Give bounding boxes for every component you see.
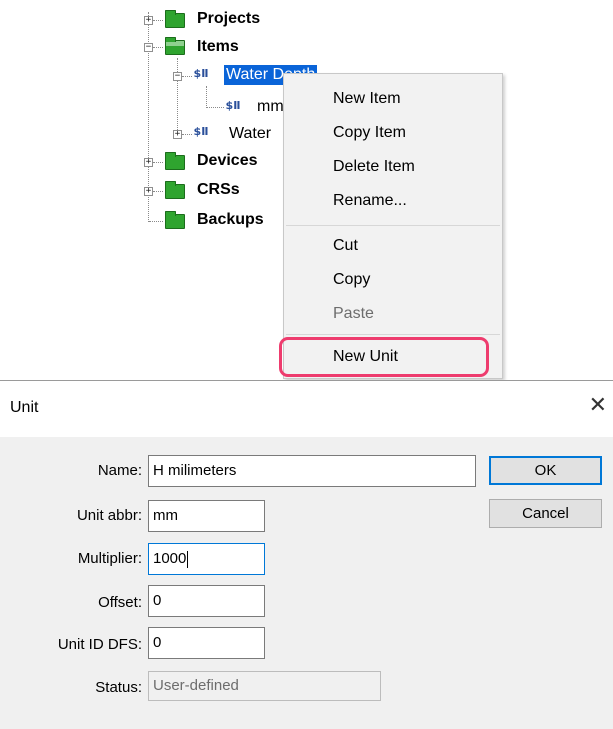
menu-item-paste: Paste [333,305,374,322]
menu-item-delete-item[interactable]: Delete Item [333,157,415,177]
tree-connector [182,76,192,77]
status-field: User-defined [148,671,381,701]
ok-button[interactable]: OK [489,456,602,485]
menu-item-cut[interactable]: Cut [333,236,358,256]
tree-connector [153,47,163,48]
tree-node-mm[interactable]: mm [257,97,284,117]
expand-toggle-devices[interactable]: + [144,158,153,167]
collapse-toggle-items[interactable]: − [144,43,153,52]
multiplier-field[interactable]: 1000 [148,543,265,575]
thermometer-item-icon: $Ⅱ [193,67,209,80]
menu-item-copy[interactable]: Copy [333,270,370,290]
tree-connector [153,20,163,21]
unit-abbr-value: mm [153,507,178,524]
thermometer-item-icon: $Ⅱ [225,99,241,112]
folder-icon [165,152,185,170]
tree-connector [206,86,207,108]
unit-abbr-label: Unit abbr: [76,507,142,524]
expand-toggle-crss[interactable]: + [144,187,153,196]
tree-node-items[interactable]: Items [197,37,239,57]
unit-dialog: Unit ✕ Name: H milimeters Unit abbr: mm … [0,380,613,729]
tree-connector [153,162,163,163]
unit-id-dfs-field[interactable]: 0 [148,627,265,659]
multiplier-value: 1000 [153,550,187,567]
close-icon[interactable]: ✕ [589,395,607,417]
cancel-button[interactable]: Cancel [489,499,602,528]
tree-connector [149,221,163,222]
expand-toggle-water[interactable]: + [173,130,182,139]
menu-separator [286,225,500,226]
collapse-toggle-water-depth[interactable]: − [173,72,182,81]
tree-connector [182,134,192,135]
open-folder-icon [165,37,185,55]
unit-id-dfs-label: Unit ID DFS: [57,636,142,653]
offset-label: Offset: [98,594,142,611]
new-unit-highlight [279,337,489,377]
context-menu: New Item Copy Item Delete Item Rename...… [283,73,503,379]
dialog-title: Unit [10,399,39,416]
unit-abbr-field[interactable]: mm [148,500,265,532]
name-value: H milimeters [153,462,237,479]
dialog-titlebar: Unit ✕ [0,381,613,437]
menu-item-new-item[interactable]: New Item [333,89,401,109]
tree-node-crss[interactable]: CRSs [197,180,240,200]
status-label: Status: [95,679,142,696]
menu-item-copy-item[interactable]: Copy Item [333,123,406,143]
expand-toggle-projects[interactable]: + [144,16,153,25]
tree-connector [153,191,163,192]
tree-connector [207,107,224,108]
name-field[interactable]: H milimeters [148,455,476,487]
tree-node-backups[interactable]: Backups [197,210,264,230]
multiplier-label: Multiplier: [77,550,142,567]
tree-connector [177,58,178,134]
menu-item-rename[interactable]: Rename... [333,191,407,211]
thermometer-item-icon: $Ⅱ [193,125,209,138]
offset-value: 0 [153,592,162,609]
unit-id-dfs-value: 0 [153,634,162,651]
tree-node-projects[interactable]: Projects [197,9,260,29]
folder-icon [165,181,185,199]
folder-icon [165,10,185,28]
status-value: User-defined [153,677,239,694]
menu-separator [286,334,500,335]
text-caret [187,550,189,568]
offset-field[interactable]: 0 [148,585,265,617]
tree-node-devices[interactable]: Devices [197,151,258,171]
folder-icon [165,211,185,229]
name-label: Name: [97,462,142,479]
tree-node-water[interactable]: Water [229,124,271,144]
